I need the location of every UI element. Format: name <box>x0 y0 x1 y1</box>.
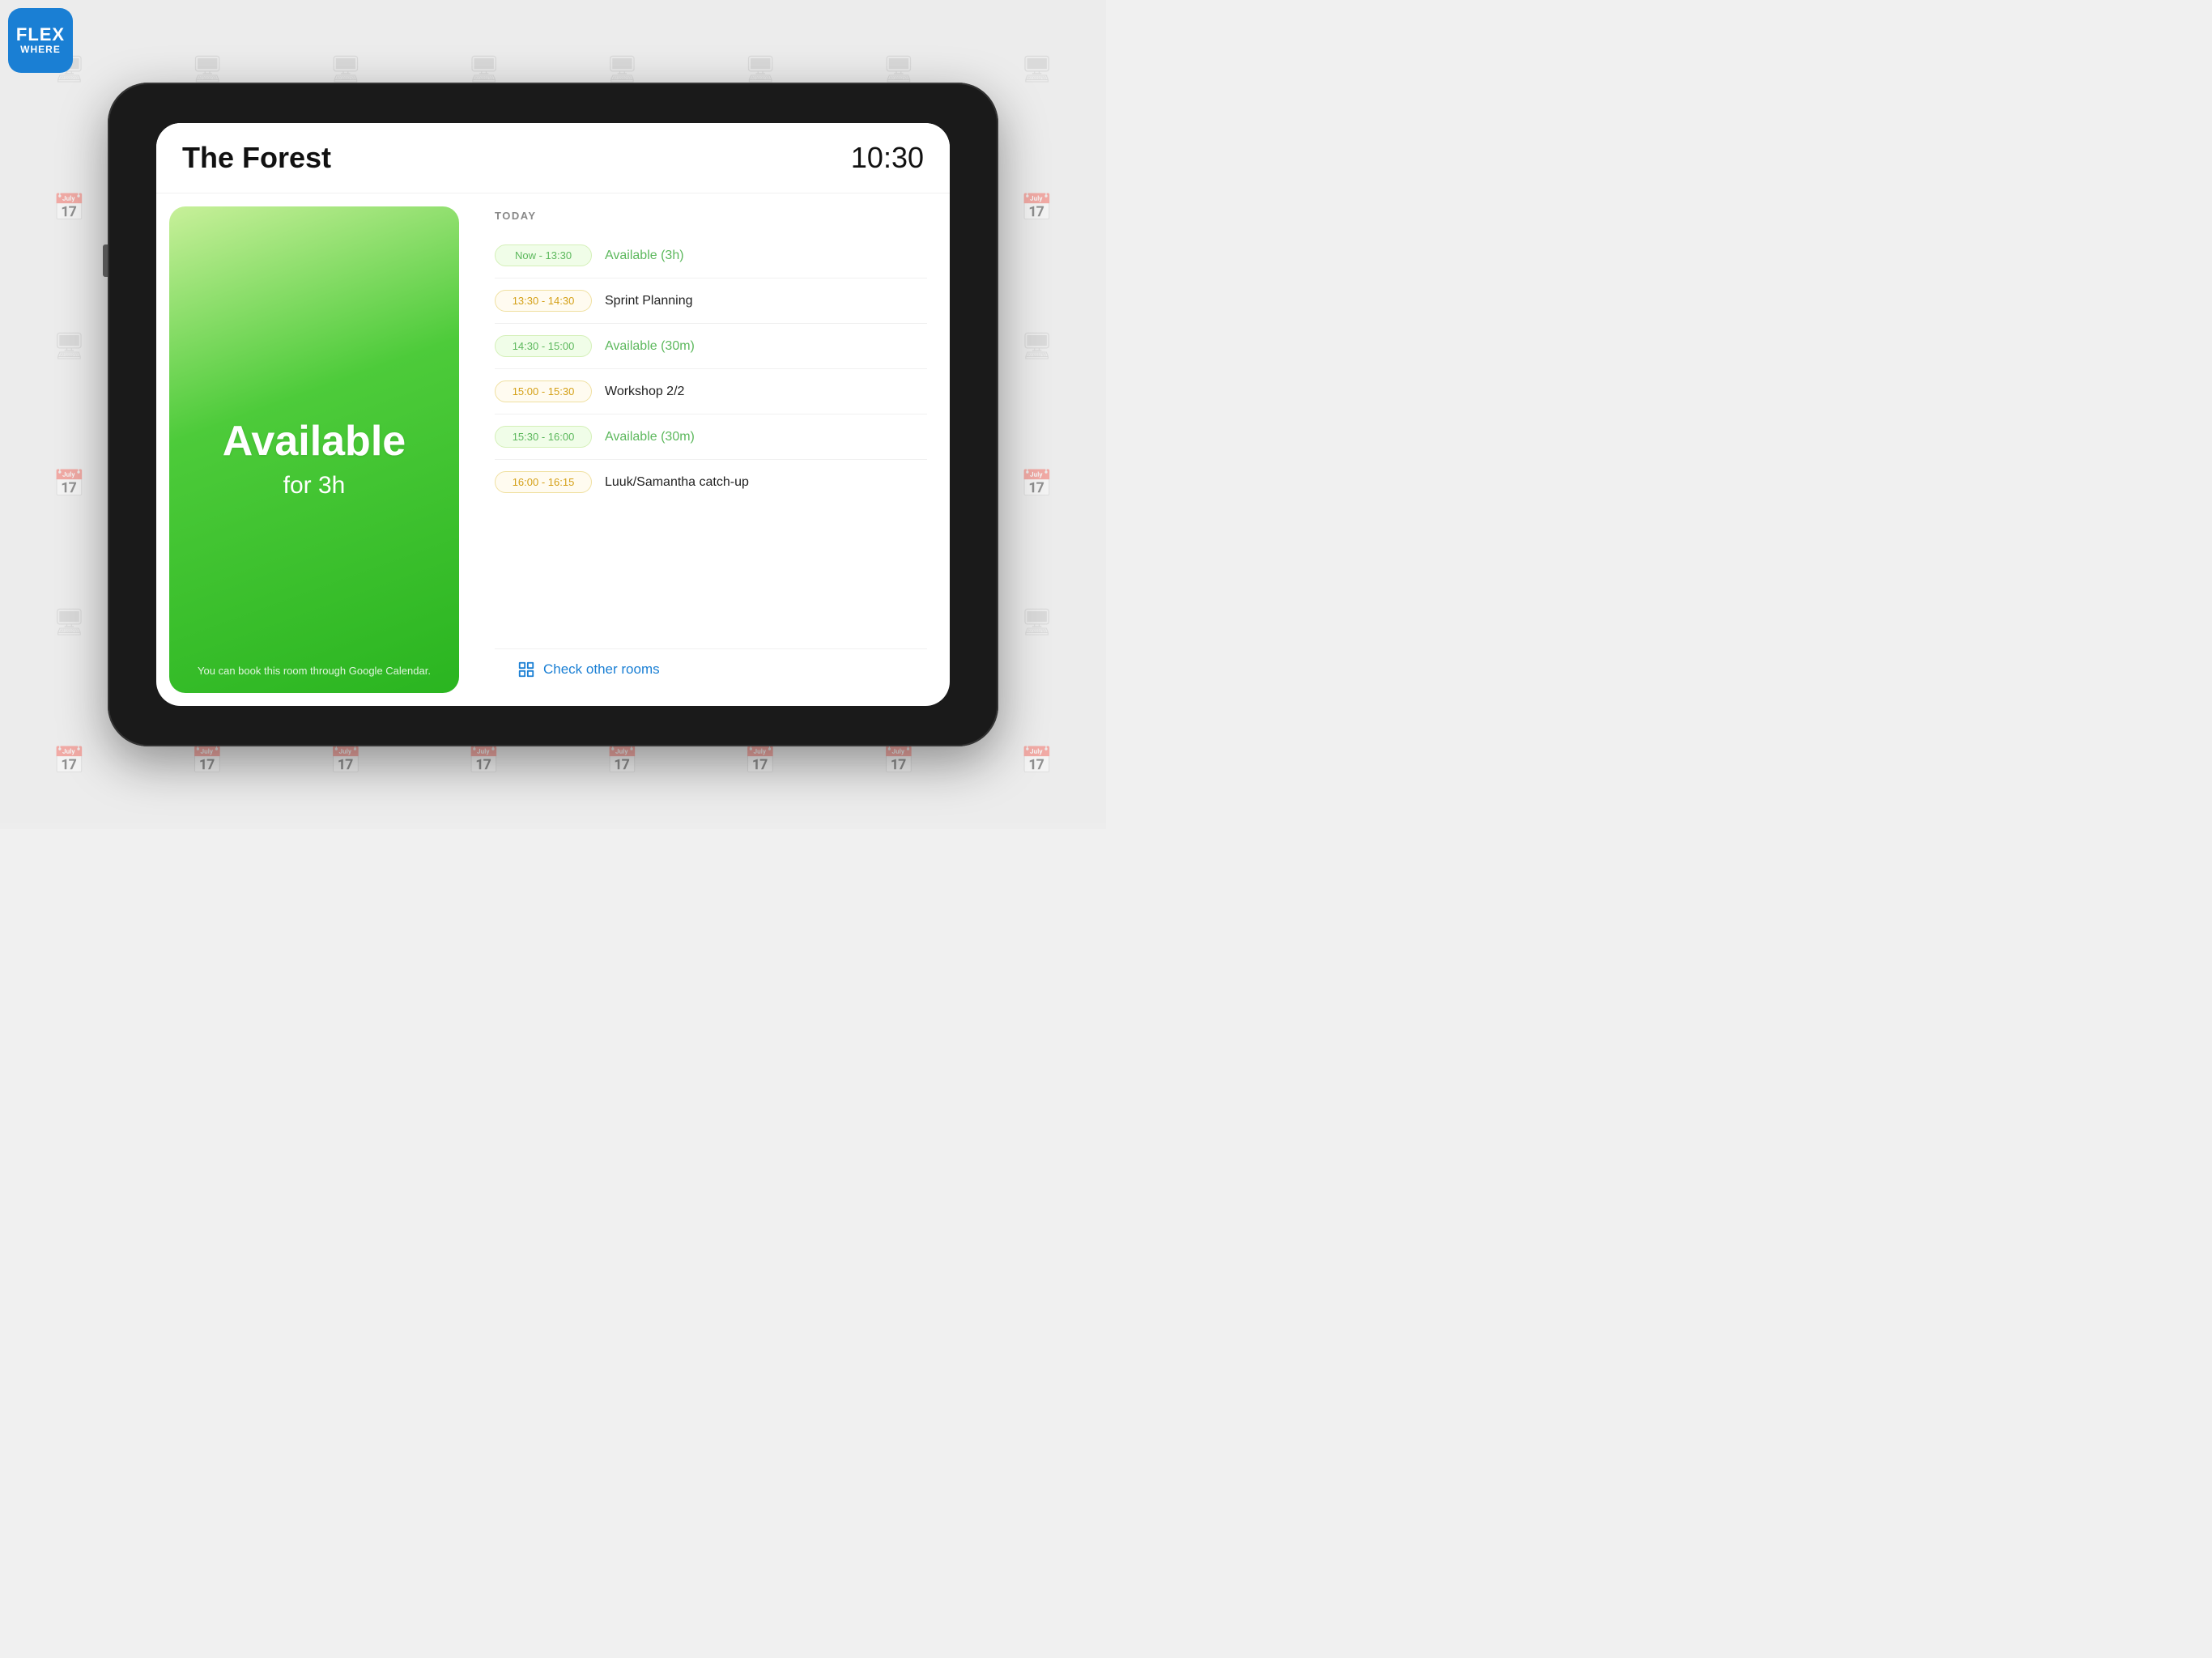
schedule-item: 15:00 - 15:30 Workshop 2/2 <box>495 369 927 414</box>
time-badge: 13:30 - 14:30 <box>495 290 592 312</box>
time-badge: 16:00 - 16:15 <box>495 471 592 493</box>
tablet-screen: The Forest 10:30 Available for 3h You ca… <box>156 123 950 706</box>
check-rooms-label: Check other rooms <box>543 661 660 678</box>
main-content: Available for 3h You can book this room … <box>156 193 950 706</box>
check-other-rooms-button[interactable]: Check other rooms <box>517 661 660 678</box>
footer: Check other rooms <box>495 648 927 690</box>
today-label: TODAY <box>495 210 927 222</box>
header: The Forest 10:30 <box>156 123 950 193</box>
room-name: The Forest <box>182 141 331 175</box>
schedule-item: 13:30 - 14:30 Sprint Planning <box>495 278 927 324</box>
logo-where-text: WHERE <box>20 44 61 55</box>
event-name: Luuk/Samantha catch-up <box>605 475 749 490</box>
event-name: Workshop 2/2 <box>605 385 684 399</box>
tablet-side-button <box>103 244 108 277</box>
time-badge: 15:30 - 16:00 <box>495 426 592 448</box>
time-badge: 15:00 - 15:30 <box>495 380 592 402</box>
time-badge: Now - 13:30 <box>495 244 592 266</box>
event-name: Sprint Planning <box>605 294 693 308</box>
left-panel: Available for 3h You can book this room … <box>156 193 472 706</box>
time-badge: 14:30 - 15:00 <box>495 335 592 357</box>
current-time: 10:30 <box>851 141 924 175</box>
available-duration: for 3h <box>283 472 346 500</box>
book-hint: You can book this room through Google Ca… <box>198 665 431 677</box>
schedule-list: Now - 13:30 Available (3h) 13:30 - 14:30… <box>495 233 927 648</box>
tablet-device: The Forest 10:30 Available for 3h You ca… <box>108 83 998 746</box>
event-name: Available (30m) <box>605 339 695 354</box>
availability-card: Available for 3h You can book this room … <box>169 206 459 693</box>
schedule-item: 16:00 - 16:15 Luuk/Samantha catch-up <box>495 460 927 504</box>
rooms-icon <box>517 661 535 678</box>
available-status: Available <box>223 417 406 466</box>
flexwhere-logo: FLEX WHERE <box>8 8 73 73</box>
event-name: Available (3h) <box>605 249 684 263</box>
schedule-item: 15:30 - 16:00 Available (30m) <box>495 414 927 460</box>
schedule-item: 14:30 - 15:00 Available (30m) <box>495 324 927 369</box>
schedule-item: Now - 13:30 Available (3h) <box>495 233 927 278</box>
right-panel: TODAY Now - 13:30 Available (3h) 13:30 -… <box>472 193 950 706</box>
logo-flex-text: FLEX <box>16 26 65 44</box>
event-name: Available (30m) <box>605 430 695 444</box>
